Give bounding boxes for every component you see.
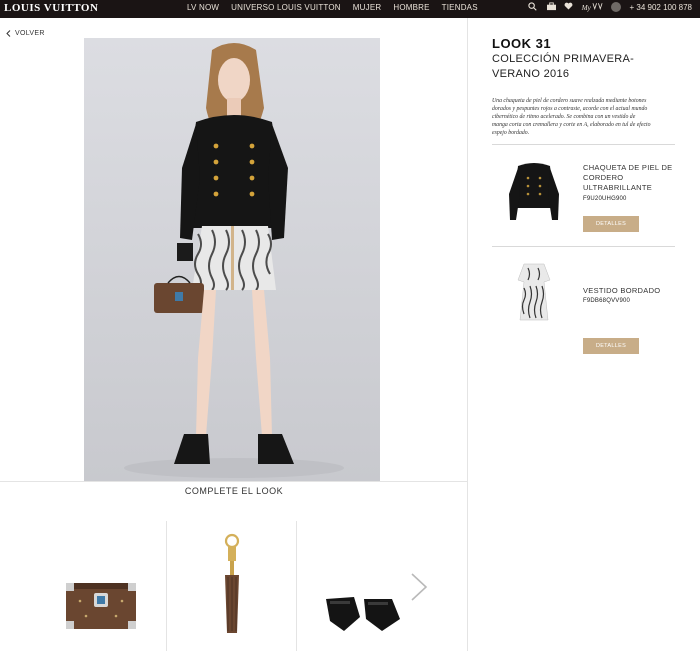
chevron-right-icon[interactable]: [406, 572, 430, 602]
nav-item-hombre[interactable]: HOMBRE: [393, 3, 429, 12]
product-image-gloves[interactable]: [320, 521, 410, 651]
product-image-dress[interactable]: [504, 258, 564, 328]
product-name[interactable]: VESTIDO BORDADO: [583, 286, 683, 296]
globe-icon[interactable]: [611, 2, 622, 12]
product-card[interactable]: VESTIDO BORDADO F9DB68QVV900 DETALLES: [492, 246, 675, 354]
product-code: F9DB68QVV900: [583, 298, 631, 304]
search-icon[interactable]: [528, 2, 538, 12]
divider: [296, 521, 297, 651]
look-title: LOOK 31: [492, 36, 552, 51]
nav-item-lv-now[interactable]: LV NOW: [187, 3, 219, 12]
nav-item-tiendas[interactable]: TIENDAS: [442, 3, 478, 12]
divider: [166, 521, 167, 651]
product-card[interactable]: CHAQUETA DE PIEL DE CORDERO ULTRABRILLAN…: [492, 144, 675, 246]
complete-look-title: COMPLETE EL LOOK: [184, 486, 284, 496]
details-button[interactable]: DETALLES: [583, 338, 639, 354]
product-image-tassel-charm[interactable]: [214, 521, 250, 651]
nav-item-mujer[interactable]: MUJER: [353, 3, 382, 12]
my-lv-icon[interactable]: My: [582, 2, 604, 12]
header-tools: My + 34 902 100 878: [528, 2, 692, 12]
logo[interactable]: LOUIS VUITTON: [4, 2, 98, 14]
section-divider: [0, 481, 468, 482]
model-photo: [124, 43, 344, 478]
product-code: F9U20UHG900: [583, 196, 627, 202]
main-nav: LV NOW UNIVERSO LOUIS VUITTON MUJER HOMB…: [187, 3, 478, 12]
chevron-left-icon: [6, 30, 11, 37]
phone-number[interactable]: + 34 902 100 878: [629, 3, 692, 12]
details-button[interactable]: DETALLES: [583, 216, 639, 232]
look-hero-image: [84, 38, 380, 482]
bag-icon[interactable]: [546, 2, 556, 12]
top-bar: LOUIS VUITTON LV NOW UNIVERSO LOUIS VUIT…: [0, 0, 700, 18]
product-name[interactable]: CHAQUETA DE PIEL DE CORDERO ULTRABRILLAN…: [583, 163, 683, 193]
product-image-petite-malle[interactable]: [60, 521, 140, 651]
my-lv-label: My: [581, 4, 591, 12]
back-link[interactable]: VOLVER: [6, 30, 45, 37]
heart-icon[interactable]: [564, 2, 574, 12]
nav-item-universo[interactable]: UNIVERSO LOUIS VUITTON: [231, 3, 341, 12]
back-label: VOLVER: [15, 30, 45, 37]
product-image-jacket[interactable]: [504, 156, 564, 226]
look-description: Una chaqueta de piel de cordero suave re…: [492, 98, 651, 136]
look-collection: COLECCIÓN PRIMAVERA-VERANO 2016: [492, 53, 635, 80]
